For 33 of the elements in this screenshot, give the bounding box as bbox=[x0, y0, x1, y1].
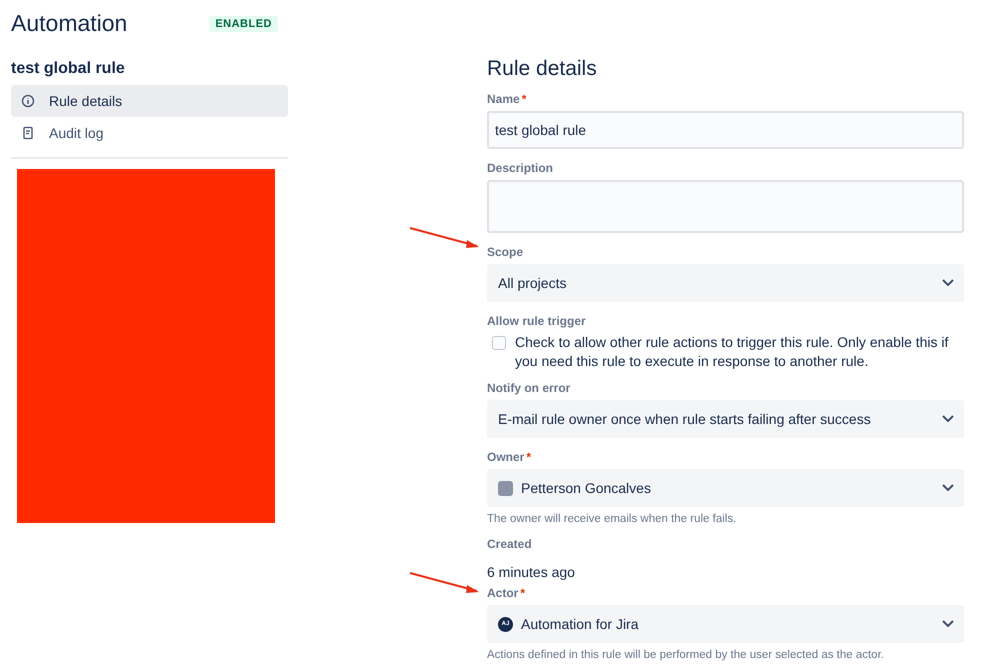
field-label: Owner bbox=[487, 450, 524, 464]
field-label: Notify on error bbox=[487, 381, 570, 395]
created-value: 6 minutes ago bbox=[487, 563, 576, 580]
required-mark: * bbox=[526, 450, 532, 464]
select-field[interactable]: All projects bbox=[487, 264, 964, 302]
document-icon bbox=[21, 126, 35, 140]
name-input[interactable]: test global rule bbox=[487, 111, 964, 149]
chevron-down-icon bbox=[942, 484, 954, 492]
description-input[interactable] bbox=[487, 180, 964, 233]
sidebar-item[interactable]: Rule details bbox=[11, 85, 288, 117]
page-title: Automation bbox=[11, 10, 128, 37]
field-label: Scope bbox=[487, 245, 524, 259]
field-label: Actor bbox=[487, 586, 518, 600]
chevron-down-icon bbox=[942, 415, 954, 423]
field-label: Description bbox=[487, 161, 554, 175]
required-mark: * bbox=[522, 92, 526, 106]
checkbox[interactable] bbox=[492, 336, 506, 350]
chevron-down-icon bbox=[942, 279, 954, 287]
chevron-down-icon bbox=[942, 620, 954, 628]
user-select-field[interactable]: Petterson Goncalves bbox=[487, 469, 964, 507]
field-label: Name bbox=[487, 92, 520, 106]
section-title: Rule details bbox=[487, 57, 598, 81]
field-label: Allow rule trigger bbox=[487, 314, 586, 328]
help-text: The owner will receive emails when the rule fails. bbox=[487, 513, 738, 525]
rule-name: test global rule bbox=[11, 60, 126, 78]
select-field[interactable]: E-mail rule owner once when rule starts failing after success bbox=[487, 400, 964, 438]
info-icon bbox=[21, 94, 35, 108]
status-badge: ENABLED bbox=[209, 16, 278, 32]
avatar-photo-placeholder bbox=[498, 480, 513, 496]
help-text: Actions defined in this rule will be performed by the user selected as the actor. bbox=[487, 649, 885, 661]
checkbox-label: Check to allow other rule actions to trigger this rule. Only enable this if you need this rule to execute in response to another rule. bbox=[515, 333, 950, 371]
required-mark: * bbox=[520, 586, 526, 600]
field-label: Created bbox=[487, 537, 532, 551]
